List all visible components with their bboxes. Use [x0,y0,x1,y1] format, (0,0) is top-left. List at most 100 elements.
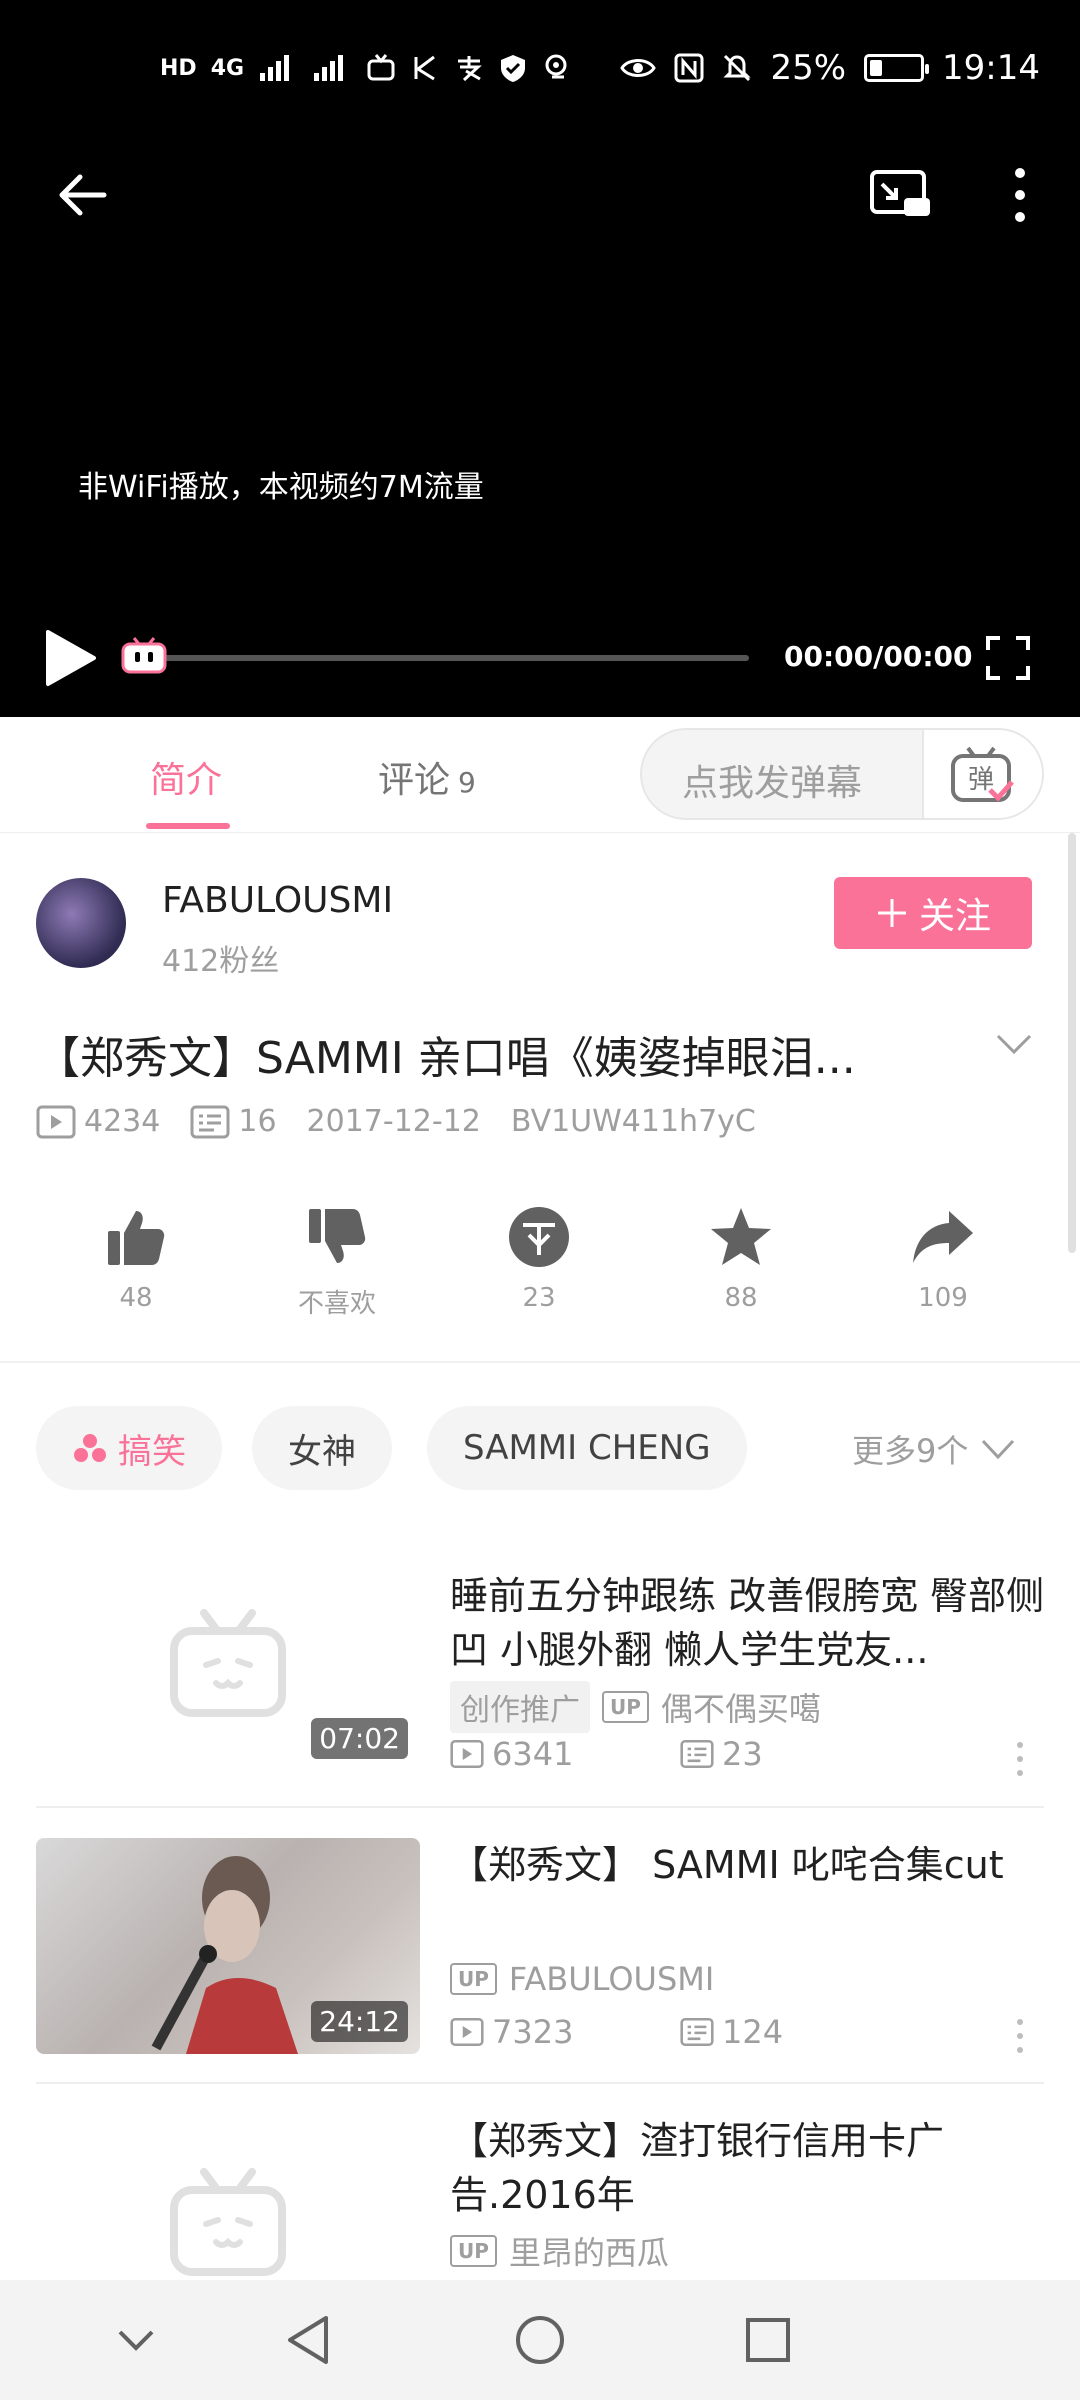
video-player[interactable]: HD 4G 25% 19:14 非WiFi播放，本视频约7M流量 00:00/0… [0,0,1080,717]
views-count: 4234 [84,1104,161,1139]
more-tags-button[interactable]: 更多9个 [852,1426,1016,1472]
tv-placeholder-icon [170,2168,286,2276]
coin-button[interactable]: 23 [479,1205,599,1313]
signal-indicators: HD 4G [160,53,572,83]
video-title[interactable]: 睡前五分钟跟练 改善假胯宽 臀部侧凹 小腿外翻 懒人学生党友... [450,1569,1050,1677]
uploader-avatar[interactable] [36,878,126,968]
more-vertical-icon[interactable] [1010,2016,1030,2056]
battery-icon [864,54,930,82]
chevron-down-icon [982,1439,1015,1460]
tag-label: 搞笑 [118,1431,186,1472]
scrollbar[interactable] [1068,833,1076,1253]
more-vertical-icon[interactable] [1010,1739,1030,1779]
mute-icon [723,54,752,82]
tab-intro-label: 简介 [150,760,223,801]
thumbs-down-icon [309,1209,366,1263]
video-sub: UP 里昂的西瓜 [450,2228,669,2274]
chevron-down-icon[interactable] [994,1030,1034,1060]
share-button[interactable]: 109 [883,1205,1003,1313]
video-sub: UP FABULOUSMI [450,1960,714,1998]
tag-label: 女神 [288,1431,356,1472]
tab-intro[interactable]: 简介 [150,751,222,803]
shield-icon [501,55,526,82]
danmaku-input[interactable]: 点我发弹幕 弹 [640,728,1044,820]
tab-indicator [146,823,230,829]
share-arrow-icon [913,1211,973,1263]
coin-count: 23 [522,1283,556,1313]
plus-icon [877,899,906,927]
tv-app-icon [367,54,395,81]
signal-icon-2 [314,55,344,81]
follow-label: 关注 [918,896,991,937]
progress-thumb-tv-icon[interactable] [120,636,168,676]
danmaku-stat: 23 [680,1735,910,1773]
like-button[interactable]: 48 [76,1205,196,1313]
nfc-icon [674,53,704,83]
more-vertical-icon[interactable] [1000,165,1040,225]
up-icon: UP [450,1963,497,1995]
video-sub: 创作推广 UP 偶不偶买噶 [450,1681,821,1733]
views-count: 7323 [492,2013,574,2051]
uploader-fans: 412粉丝 [162,944,280,979]
views-stat: 7323 [450,2013,680,2051]
status-right: 25% 19:14 [620,48,1040,88]
publish-date: 2017-12-12 [306,1104,481,1139]
danmaku-count: 23 [722,1735,763,1773]
views-stat: 4234 [36,1104,160,1139]
video-title[interactable]: 【郑秀文】 SAMMI 叱咤合集cut [450,1838,1050,1892]
video-stats: 6341 23 [450,1735,910,1773]
video-title[interactable]: 【郑秀文】渣打银行信用卡广告.2016年 [450,2114,1050,2222]
thumbs-up-icon [108,1211,165,1265]
location-icon [545,54,567,79]
danmaku-stat: 16 [190,1104,277,1139]
danmaku-toggle-button[interactable]: 弹 [922,730,1042,818]
section-divider [0,1361,1080,1363]
video-thumbnail[interactable]: 24:12 [36,1838,420,2054]
cast-screen-icon[interactable] [868,168,932,224]
video-duration: 24:12 [311,2001,408,2042]
tag-chip-funny[interactable]: 搞笑 [36,1406,222,1490]
share-count: 109 [918,1283,968,1313]
tag-chip-goddess[interactable]: 女神 [252,1406,392,1490]
favorite-button[interactable]: 88 [681,1205,801,1313]
progress-bar[interactable] [135,655,749,661]
alipay-icon [458,56,482,82]
views-count: 6341 [492,1735,574,1773]
chevron-down-icon[interactable] [106,2310,166,2370]
dislike-label: 不喜欢 [297,1289,376,1319]
uploader-name: 里昂的西瓜 [508,2234,669,2272]
eye-icon [620,59,657,77]
status-bar: HD 4G 25% 19:14 [160,40,1040,96]
tab-comments[interactable]: 评论 9 [378,751,476,803]
uploader-name: FABULOUSMI [508,1960,715,1998]
hot-tag-icon [74,1434,106,1462]
dislike-button[interactable]: 不喜欢 [277,1205,397,1320]
play-icon[interactable] [42,628,98,688]
video-thumbnail[interactable]: 07:02 [36,1555,420,1771]
clock: 19:14 [942,48,1040,88]
nav-home-icon[interactable] [510,2310,570,2370]
battery-percent: 25% [770,48,847,88]
play-count-icon [450,1739,484,1769]
back-arrow-icon[interactable] [52,165,112,225]
play-count-icon [450,2017,484,2047]
danmaku-count-icon [190,1105,230,1138]
nav-recents-icon[interactable] [738,2310,798,2370]
tab-comments-label: 评论 [378,760,451,801]
tv-placeholder-icon [170,1609,286,1717]
playback-time: 00:00/00:00 [784,640,973,673]
uploader-name[interactable]: FABULOUSMI [162,880,393,921]
video-duration: 07:02 [311,1718,408,1759]
follow-button[interactable]: 关注 [834,877,1032,949]
nav-back-icon[interactable] [280,2310,340,2370]
k-app-icon [414,55,435,81]
data-usage-notice: 非WiFi播放，本视频约7M流量 [78,470,484,505]
favorite-count: 88 [724,1283,758,1313]
more-tags-label: 更多9个 [852,1432,969,1470]
promo-badge: 创作推广 [450,1681,590,1733]
list-divider [36,2082,1044,2084]
video-title[interactable]: 【郑秀文】SAMMI 亲口唱《姨婆掉眼泪... [36,1022,856,1086]
video-meta: 4234 16 2017-12-12 BV1UW411h7yC [36,1104,786,1139]
tag-chip-sammi[interactable]: SAMMI CHENG [427,1406,747,1490]
fullscreen-icon[interactable] [984,634,1032,682]
